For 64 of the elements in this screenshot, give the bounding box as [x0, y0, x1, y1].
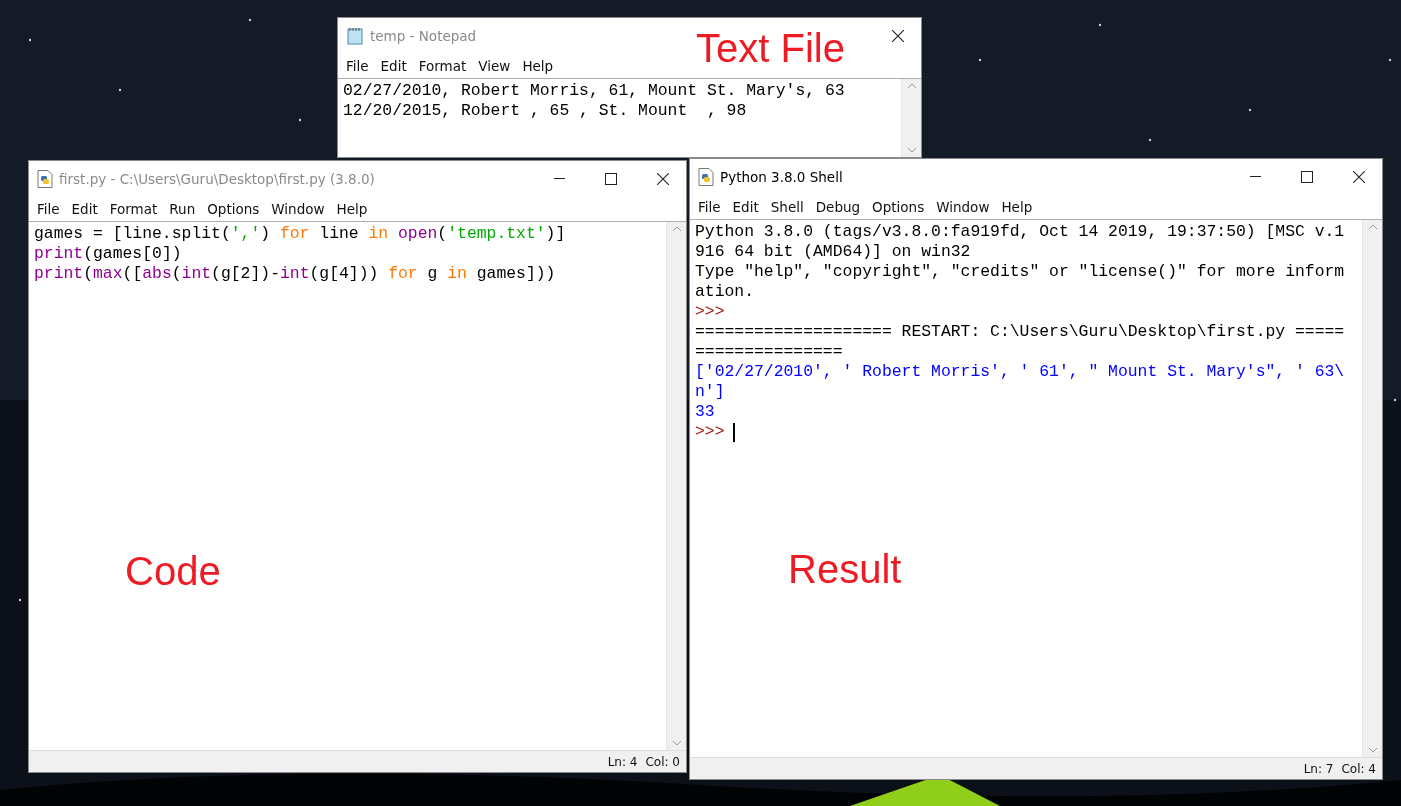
- menu-item[interactable]: Help: [995, 199, 1039, 215]
- minimize-icon: [553, 178, 565, 180]
- maximize-icon: [605, 173, 617, 185]
- menu-item[interactable]: View: [472, 58, 517, 74]
- prompt-line: >>>: [695, 422, 1357, 442]
- menu-item[interactable]: Window: [265, 201, 331, 217]
- text-line: 02/27/2010, Robert Morris, 61, Mount St. Mary's, 63: [343, 81, 846, 101]
- annotation-label: Code: [125, 551, 221, 591]
- caret-down-icon[interactable]: [1367, 747, 1378, 753]
- menu-item[interactable]: Help: [330, 201, 374, 217]
- menu-item[interactable]: Format: [103, 201, 164, 217]
- caret-down-icon[interactable]: [671, 740, 682, 746]
- python-file-icon: [37, 170, 53, 188]
- shell-line: Python 3.8.0 (tags/v3.8.0:fa919fd, Oct 14 2019, 19:37:50) [MSC v.1: [695, 222, 1346, 242]
- line-number: Ln: 7: [1303, 761, 1334, 776]
- prompt-line: >>>: [695, 302, 726, 322]
- menu-item[interactable]: Run: [163, 201, 202, 217]
- minimize-icon: [1249, 176, 1261, 178]
- notepad-icon: [346, 27, 364, 45]
- close-icon: [657, 173, 669, 185]
- line-number: Ln: 4: [607, 754, 638, 769]
- caret-up-icon[interactable]: [1367, 224, 1378, 230]
- close-icon: [1353, 171, 1365, 183]
- window-title: Python 3.8.0 Shell: [720, 169, 844, 185]
- window-title: temp - Notepad: [370, 28, 478, 44]
- shell-line: Type "help", "copyright", "credits" or "license()" for more inform: [695, 262, 1346, 282]
- shell-line: 916 64 bit (AMD64)] on win32: [695, 242, 972, 262]
- code-line: print(games[0]): [34, 244, 183, 264]
- menu-item[interactable]: Edit: [65, 201, 104, 217]
- menu-item[interactable]: File: [340, 58, 375, 74]
- shell-line: ===============: [695, 342, 844, 362]
- menu-item[interactable]: File: [31, 201, 66, 217]
- scrollbar[interactable]: [1362, 220, 1382, 757]
- python-file-icon: [698, 168, 714, 186]
- column-number: Col: 0: [645, 754, 680, 769]
- code-line: games = [line.split(',') for line in open('temp.txt')]: [34, 224, 567, 244]
- menu-item[interactable]: Help: [516, 58, 560, 74]
- caret-up-icon[interactable]: [906, 83, 917, 89]
- menu-item[interactable]: Options: [866, 199, 931, 215]
- output-line: 33: [695, 402, 716, 422]
- menu-item[interactable]: Window: [930, 199, 996, 215]
- menu-item[interactable]: File: [692, 199, 727, 215]
- caret-up-icon[interactable]: [671, 226, 682, 232]
- text-line: 12/20/2015, Robert , 65 , St. Mount , 98: [343, 101, 748, 121]
- window-title: first.py - C:\Users\Guru\Desktop\first.py (3.8.0): [59, 171, 376, 187]
- scrollbar[interactable]: [901, 79, 921, 157]
- annotation-label: Result: [788, 549, 902, 589]
- annotation-label: Text File: [696, 28, 845, 68]
- menu-item[interactable]: Debug: [809, 199, 867, 215]
- column-number: Col: 4: [1341, 761, 1376, 776]
- menu-item[interactable]: Format: [412, 58, 473, 74]
- menu-item[interactable]: Shell: [764, 199, 810, 215]
- shell-line: ation.: [695, 282, 756, 302]
- maximize-icon: [1301, 171, 1313, 183]
- menu-item[interactable]: Edit: [374, 58, 413, 74]
- menu-item[interactable]: Options: [201, 201, 266, 217]
- caret-down-icon[interactable]: [906, 147, 917, 153]
- scrollbar[interactable]: [666, 222, 686, 750]
- menu-item[interactable]: Edit: [726, 199, 765, 215]
- close-icon: [892, 30, 904, 42]
- output-line: n']: [695, 382, 726, 402]
- shell-line: ==================== RESTART: C:\Users\Guru\Desktop\first.py =====: [695, 322, 1346, 342]
- code-line: print(max([abs(int(g[2])-int(g[4])) for g in games])): [34, 264, 557, 284]
- output-line: ['02/27/2010', ' Robert Morris', ' 61', " Mount St. Mary's", ' 63\: [695, 362, 1346, 382]
